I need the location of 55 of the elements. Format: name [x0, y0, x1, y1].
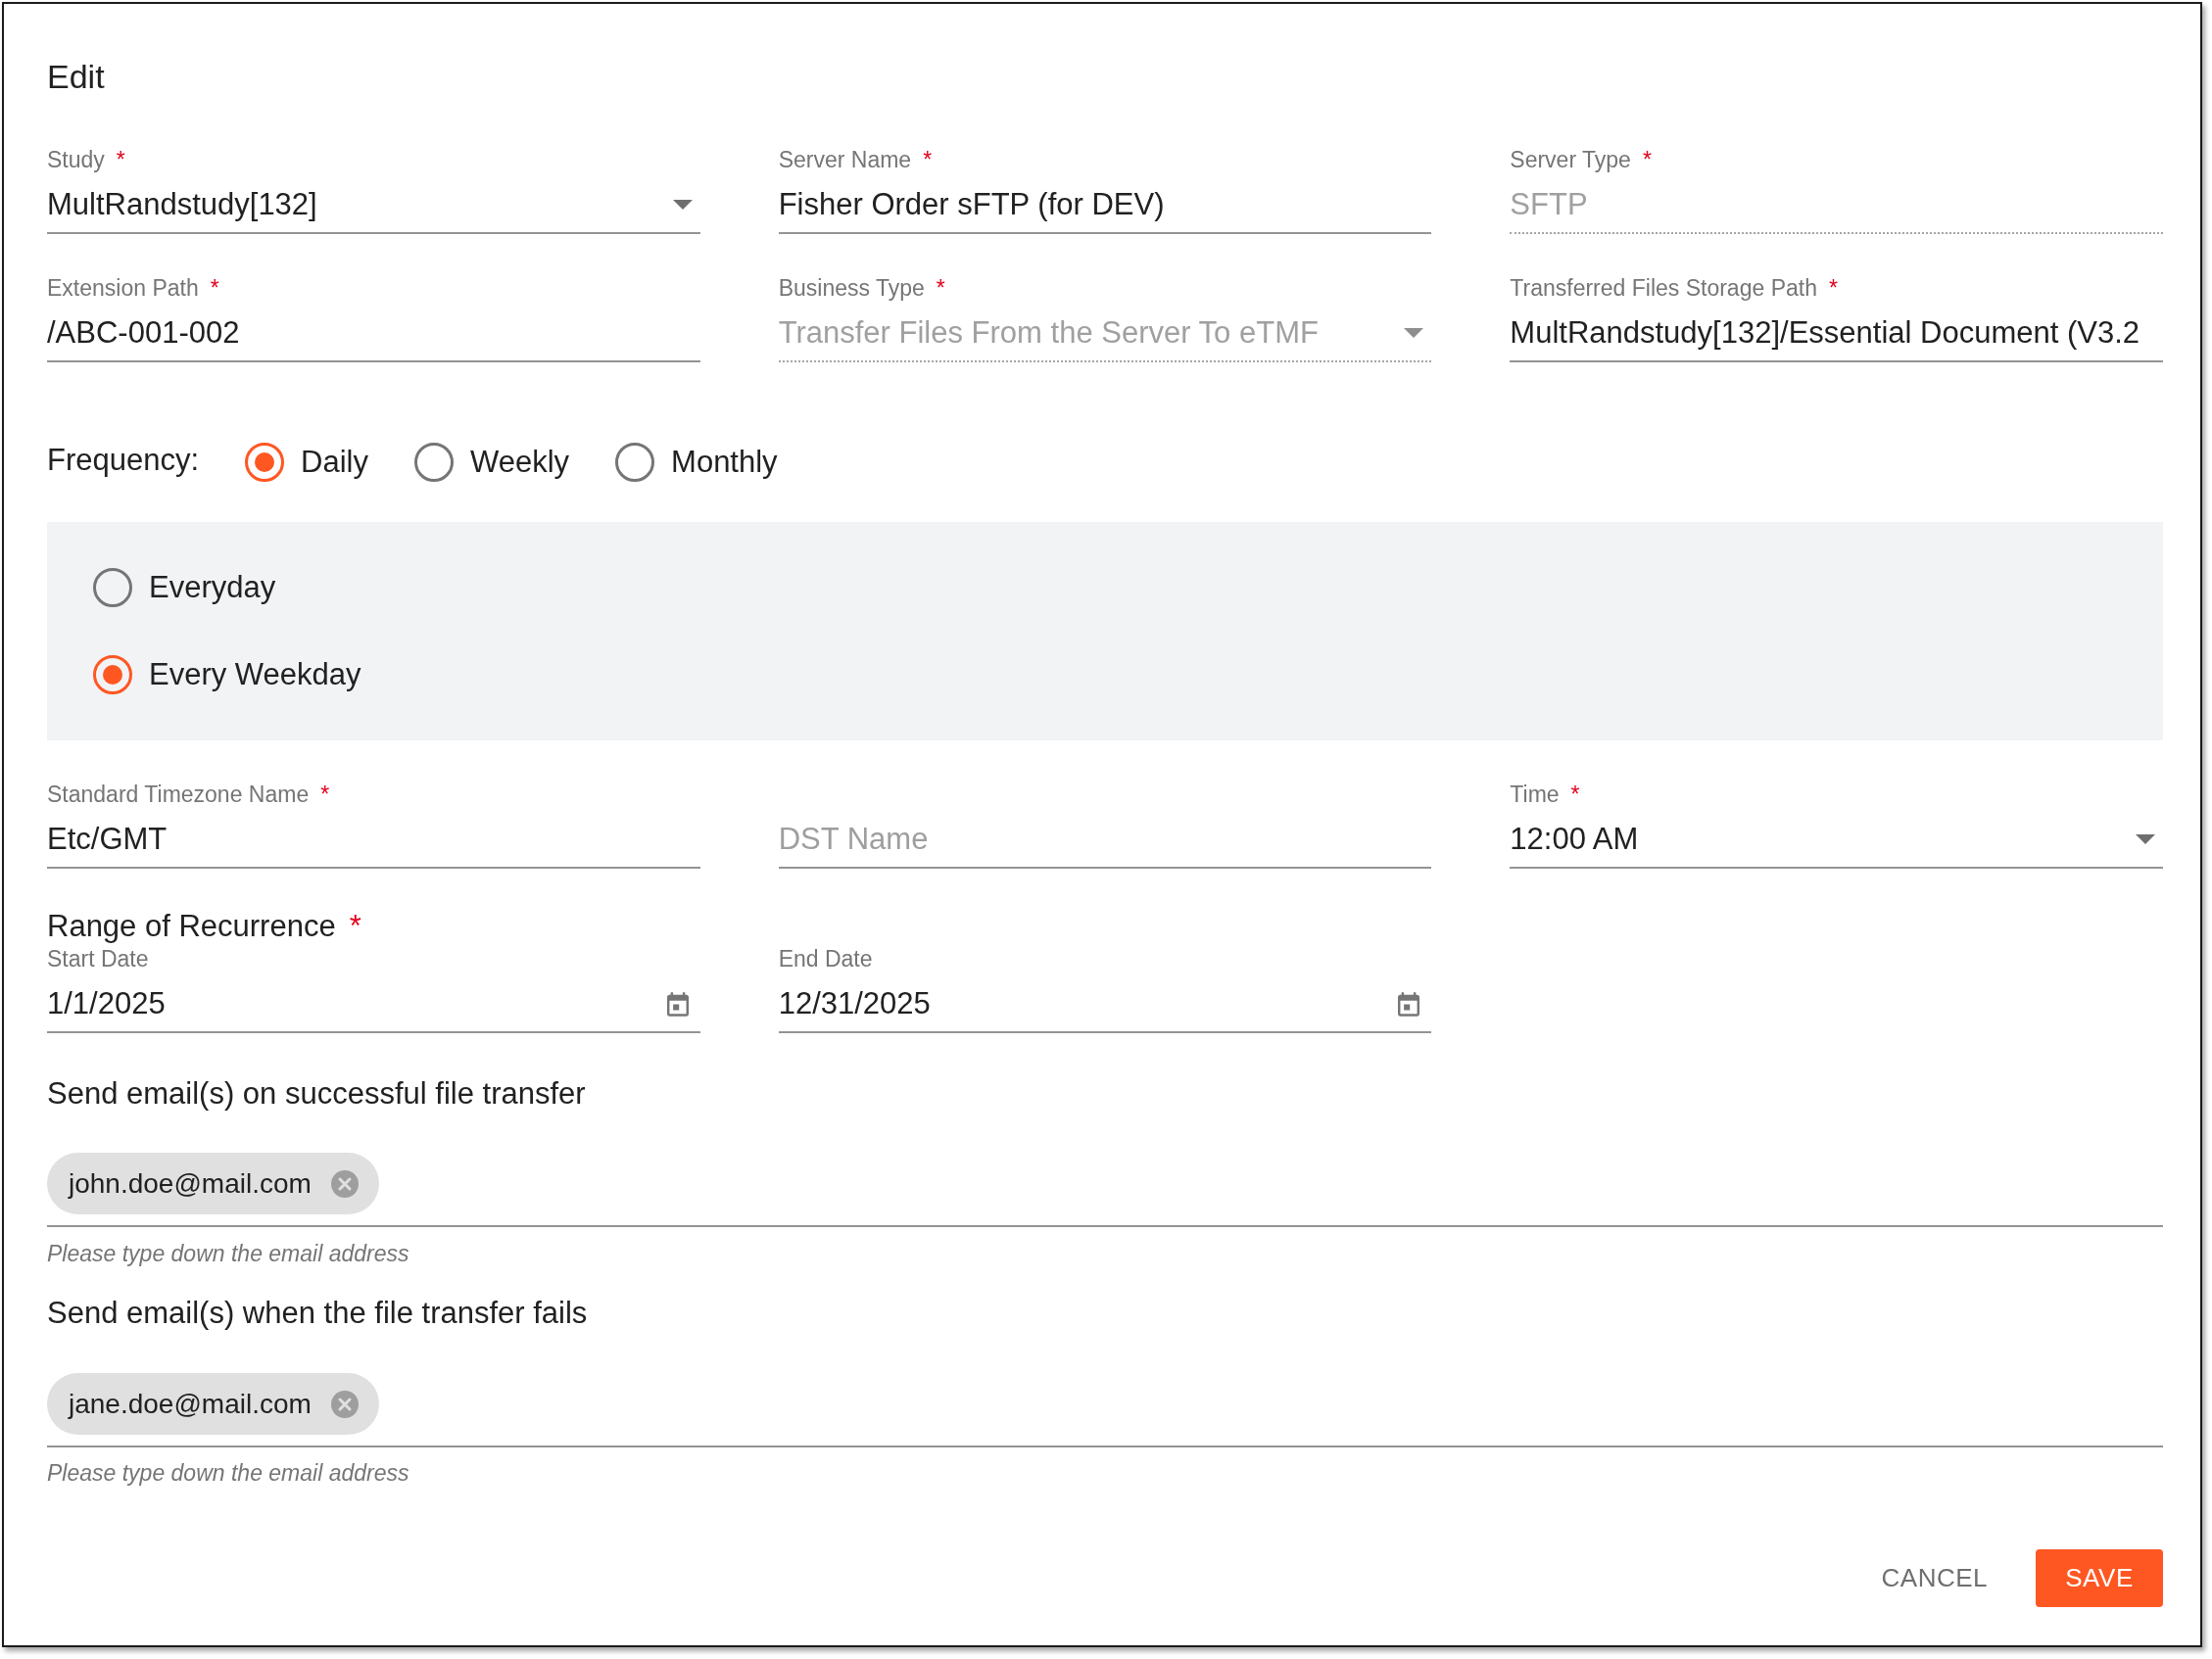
caret-icon — [1404, 328, 1424, 338]
radio-button[interactable] — [615, 443, 655, 482]
date-field[interactable]: 1/1/2025 — [47, 976, 700, 1033]
radio-label[interactable]: Weekly — [470, 445, 570, 480]
email-input-field[interactable]: john.doe@mail.com — [47, 1153, 2163, 1227]
required-mark: * — [1570, 781, 1580, 808]
required-mark: * — [923, 146, 933, 173]
date-field[interactable]: 12/31/2025 — [778, 976, 1432, 1033]
dropdown[interactable]: MultRandstudy[132] — [47, 177, 700, 234]
field-label: Extension Path — [47, 274, 199, 302]
required-mark: * — [210, 274, 219, 302]
chip-label: jane.doe@mail.com — [69, 1387, 312, 1421]
field-label: Server Name — [778, 146, 912, 173]
dialog-title: Edit — [47, 57, 105, 97]
text-field[interactable]: MultRandstudy[132]/Essential Document (V3.2 — [1510, 306, 2163, 362]
field-label: Transferred Files Storage Path — [1510, 274, 1817, 302]
radio-label[interactable]: Everyday — [149, 570, 276, 605]
radio-button[interactable] — [93, 655, 132, 694]
calendar-icon[interactable] — [1398, 991, 1420, 1017]
chip-label: john.doe@mail.com — [69, 1166, 312, 1201]
email-input-field[interactable]: jane.doe@mail.com — [47, 1373, 2163, 1447]
helper-text: Please type down the email address — [47, 1240, 409, 1267]
caret-icon — [672, 200, 693, 210]
field-label: End Date — [778, 945, 873, 972]
required-mark: * — [349, 909, 361, 944]
required-mark: * — [320, 781, 330, 808]
caret-icon — [2136, 834, 2155, 844]
text-field[interactable]: DST Name — [778, 812, 1432, 869]
section-heading: Send email(s) on successful file transfer — [47, 1076, 586, 1112]
field-label: Study — [47, 146, 105, 173]
radio-button[interactable] — [245, 443, 285, 482]
section-heading: Send email(s) when the file transfer fails — [47, 1296, 588, 1331]
text-field[interactable]: Etc/GMT — [47, 812, 700, 869]
required-mark: * — [116, 146, 125, 173]
calendar-icon[interactable] — [666, 991, 689, 1017]
dropdown[interactable]: 12:00 AM — [1510, 812, 2163, 869]
radio-button[interactable] — [93, 568, 132, 607]
radio-label[interactable]: Every Weekday — [149, 657, 361, 692]
field-label: Start Date — [47, 945, 149, 972]
field-label: Time — [1510, 781, 1560, 808]
text-field[interactable]: /ABC-001-002 — [47, 306, 700, 362]
required-mark: * — [1828, 274, 1838, 302]
required-mark: * — [1642, 146, 1652, 173]
radio-label[interactable]: Daily — [301, 445, 368, 480]
frequency-label: Frequency: — [47, 443, 200, 478]
field-label: Standard Timezone Name — [47, 781, 310, 808]
radio-label[interactable]: Monthly — [671, 445, 778, 480]
field-label: Business Type — [778, 274, 925, 302]
cancel-button[interactable]: CANCEL — [1865, 1549, 2003, 1607]
text-field[interactable]: Fisher Order sFTP (for DEV) — [778, 177, 1432, 234]
section-heading: Range of Recurrence — [47, 909, 336, 944]
field-label: Server Type — [1510, 146, 1631, 173]
radio-button[interactable] — [414, 443, 454, 482]
required-mark: * — [936, 274, 945, 302]
helper-text: Please type down the email address — [47, 1459, 409, 1487]
